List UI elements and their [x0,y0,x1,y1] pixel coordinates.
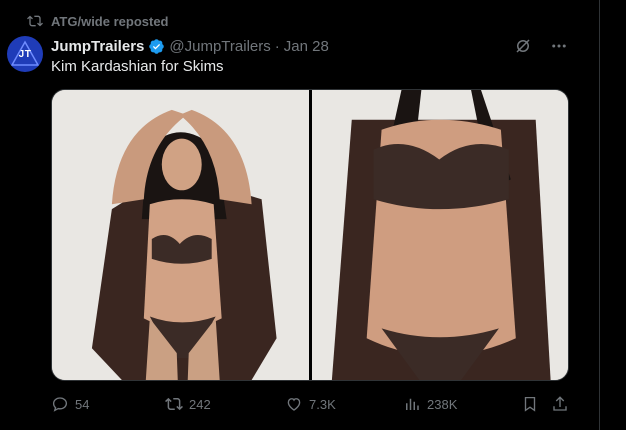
post-date[interactable]: Jan 28 [284,38,329,55]
reply-count: 54 [75,396,90,412]
reply-button[interactable]: 54 [51,395,89,413]
avatar-text: JT [18,48,32,60]
post-header: JumpTrailers @JumpTrailers · Jan 28 [51,36,329,56]
separator-dot: · [274,37,280,55]
repost-icon [165,397,183,411]
post-text: Kim Kardashian for Skims [51,58,224,75]
header-actions [514,36,568,56]
repost-button[interactable]: 242 [165,395,211,413]
user-handle[interactable]: @JumpTrailers [169,38,270,55]
repost-count: 242 [189,396,211,412]
bookmark-icon [524,396,536,412]
scrollbar-track[interactable] [600,0,626,430]
media-grid [51,89,569,381]
photo-right[interactable] [311,90,568,380]
views-chart-icon [406,398,419,410]
views-button[interactable]: 238K [403,395,457,413]
heart-icon [287,398,301,411]
bookmark-button[interactable] [521,395,539,413]
share-icon [553,396,567,411]
more-options-icon[interactable] [550,37,568,55]
photo-left[interactable] [52,90,309,380]
repost-label: ATG/wide reposted [51,13,169,29]
verified-badge-icon [149,38,165,54]
repost-context[interactable]: ATG/wide reposted [27,12,169,30]
like-count: 7.3K [309,396,336,412]
share-button[interactable] [551,395,569,413]
like-button[interactable]: 7.3K [285,395,336,413]
repost-icon [27,15,43,27]
grok-icon[interactable] [514,37,532,55]
action-bar: 54 242 7.3K 238K [51,392,569,416]
display-name[interactable]: JumpTrailers [51,38,144,55]
avatar[interactable]: JT [7,36,43,72]
reply-icon [52,397,68,412]
views-count: 238K [427,396,458,412]
post[interactable]: ATG/wide reposted JT JumpTrailers @JumpT… [0,0,600,430]
